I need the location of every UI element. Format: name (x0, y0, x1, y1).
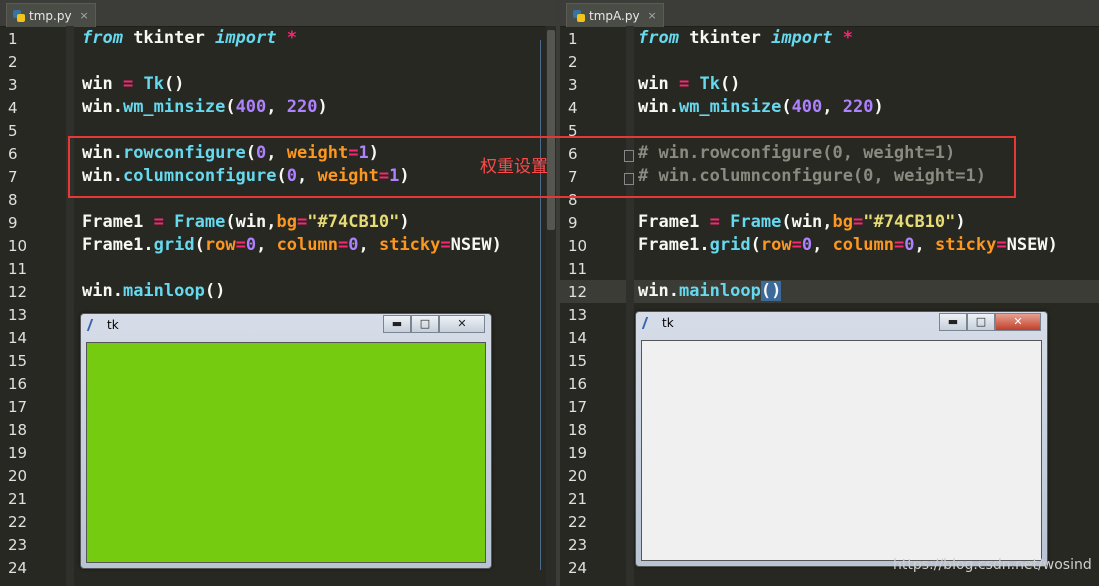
left-vertical-scrollbar[interactable] (546, 26, 556, 586)
code-line: from tkinter import * (82, 28, 297, 48)
line-number: 2 (568, 53, 578, 71)
line-number: 2 (8, 53, 18, 71)
line-number: 21 (8, 490, 28, 508)
maximize-button[interactable]: □ (967, 313, 995, 331)
right-fold-margin (626, 26, 634, 586)
tk-window-left[interactable]: tk ▬ □ ✕ (80, 313, 492, 569)
line-number: 17 (568, 398, 588, 416)
tk-window-right[interactable]: tk ▬ □ ✕ (635, 311, 1048, 567)
scrollbar-thumb[interactable] (547, 30, 555, 230)
watermark: https://blog.csdn.net/wosind (893, 557, 1092, 573)
tab-label: tmp.py (29, 8, 72, 23)
line-number: 1 (568, 30, 578, 48)
right-line-gutter: 1 2 3 4 5 6 7 8 9 10 11 12 13 14 15 16 17 18 19 20 21 22 23 24 (560, 26, 626, 586)
line-number: 4 (568, 99, 578, 117)
code-line: Frame1 = Frame(win,bg="#74CB10") (638, 212, 966, 232)
tk-feather-icon (86, 319, 100, 331)
python-file-icon (13, 9, 25, 22)
line-number: 14 (8, 329, 28, 347)
line-number: 13 (568, 306, 588, 324)
code-line: Frame1.grid(row=0, column=0, sticky=NSEW… (82, 235, 502, 255)
line-number: 12 (8, 283, 28, 301)
tk-window-controls: ▬ □ ✕ (383, 315, 485, 333)
tab-close-icon[interactable]: × (648, 9, 657, 22)
code-line: win.wm_minsize(400, 220) (82, 97, 328, 117)
line-number: 23 (8, 536, 28, 554)
line-number: 8 (8, 191, 18, 209)
code-line: win.wm_minsize(400, 220) (638, 97, 884, 117)
code-line: win.mainloop() (82, 281, 226, 301)
line-number: 22 (8, 513, 28, 531)
line-number: 22 (568, 513, 588, 531)
tk-window-title: tk (86, 318, 119, 332)
code-line: Frame1 = Frame(win,bg="#74CB10") (82, 212, 410, 232)
code-line: win.mainloop() (638, 281, 782, 301)
code-line: win = Tk() (82, 74, 185, 94)
tk-title-text: tk (107, 318, 119, 332)
line-number: 23 (568, 536, 588, 554)
line-number: 5 (8, 122, 18, 140)
code-line: from tkinter import * (638, 28, 853, 48)
close-button[interactable]: ✕ (439, 315, 485, 333)
line-number: 20 (568, 467, 588, 485)
tk-feather-icon (641, 317, 655, 329)
line-number: 18 (568, 421, 588, 439)
tab-tmpa-py[interactable]: tmpA.py × (566, 3, 664, 27)
line-number: 19 (568, 444, 588, 462)
close-button[interactable]: ✕ (995, 313, 1041, 331)
line-number: 13 (8, 306, 28, 324)
line-number: 12 (568, 283, 588, 301)
minimize-button[interactable]: ▬ (939, 313, 967, 331)
line-number: 14 (568, 329, 588, 347)
line-number: 9 (568, 214, 578, 232)
tk-window-title: tk (641, 316, 674, 330)
line-number: 24 (8, 559, 28, 577)
line-number: 18 (8, 421, 28, 439)
indent-guide (540, 40, 541, 570)
line-number: 15 (8, 352, 28, 370)
tk-title-text: tk (662, 316, 674, 330)
code-line: Frame1.grid(row=0, column=0, sticky=NSEW… (638, 235, 1058, 255)
code-line: win = Tk() (638, 74, 741, 94)
line-number: 17 (8, 398, 28, 416)
left-line-gutter: 1 2 3 4 5 6 7 8 9 10 11 12 13 14 15 16 17 18 19 20 21 22 23 24 (0, 26, 66, 586)
line-number: 21 (568, 490, 588, 508)
line-number: 24 (568, 559, 588, 577)
tab-label: tmpA.py (589, 8, 640, 23)
python-file-icon (573, 9, 585, 22)
tab-close-icon[interactable]: × (80, 9, 89, 22)
line-number: 1 (8, 30, 18, 48)
line-number: 11 (568, 260, 588, 278)
right-tab-bar: tmpA.py × (560, 0, 1099, 27)
line-number: 9 (8, 214, 18, 232)
line-number: 10 (568, 237, 588, 255)
maximize-button[interactable]: □ (411, 315, 439, 333)
left-fold-margin (66, 26, 74, 586)
line-number: 19 (8, 444, 28, 462)
line-number: 11 (8, 260, 28, 278)
line-number: 20 (8, 467, 28, 485)
line-number: 7 (8, 168, 18, 186)
annotation-label: 权重设置 (480, 157, 548, 177)
line-number: 16 (568, 375, 588, 393)
tk-window-controls: ▬ □ ✕ (939, 313, 1041, 331)
line-number: 10 (8, 237, 28, 255)
minimize-button[interactable]: ▬ (383, 315, 411, 333)
tk-frame-content (86, 342, 486, 563)
line-number: 15 (568, 352, 588, 370)
line-number: 4 (8, 99, 18, 117)
tk-window-content (641, 340, 1042, 561)
line-number: 3 (568, 76, 578, 94)
line-number: 3 (8, 76, 18, 94)
tab-tmp-py[interactable]: tmp.py × (6, 3, 96, 27)
left-tab-bar: tmp.py × (0, 0, 556, 27)
line-number: 16 (8, 375, 28, 393)
line-number: 6 (8, 145, 18, 163)
